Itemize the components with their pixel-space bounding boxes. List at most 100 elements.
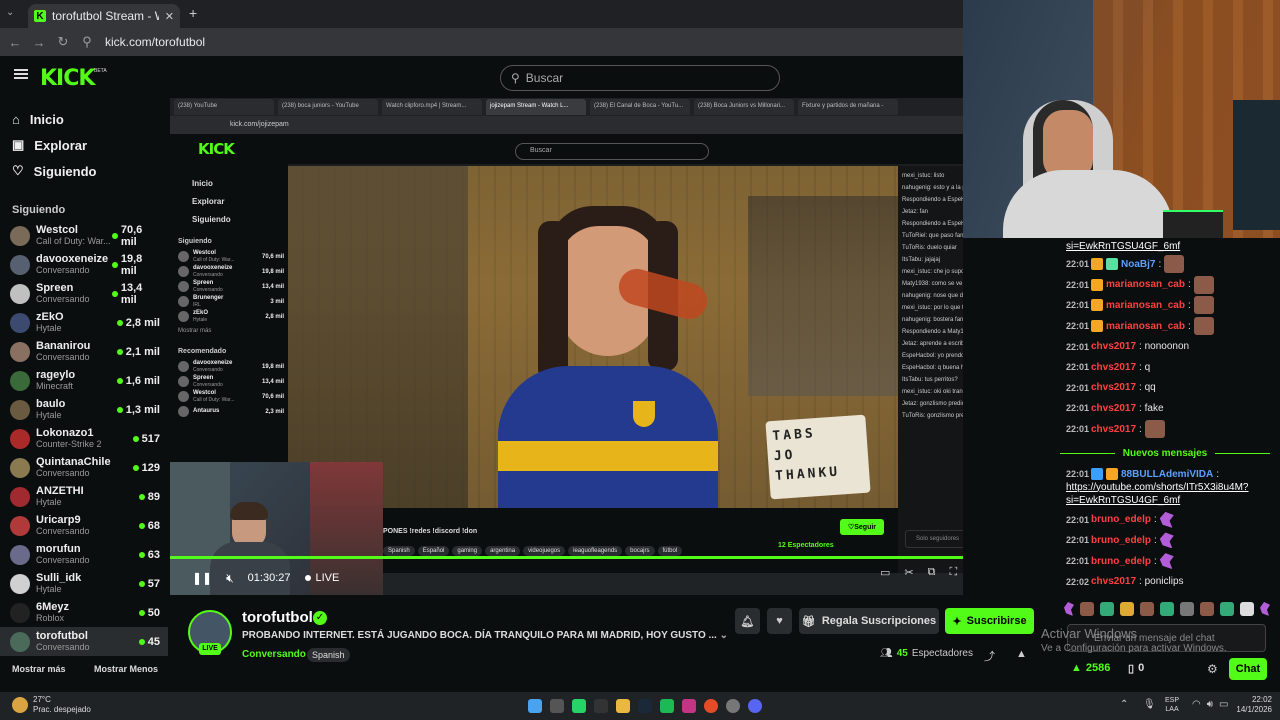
clip-icon[interactable]: ✂ xyxy=(904,566,913,579)
emote-icon[interactable] xyxy=(1200,602,1214,616)
inner-channel-viewers: 70,6 mil xyxy=(261,253,284,260)
clock[interactable]: 22:02 14/1/2026 xyxy=(1228,695,1272,715)
gift-subs-button[interactable]: 🎁︎ Regala Suscripciones xyxy=(799,608,939,634)
msg-user[interactable]: chvs2017 xyxy=(1091,403,1136,414)
weather-widget[interactable]: 27°C Prac. despejado xyxy=(33,695,91,715)
msg-user[interactable]: marianosan_cab xyxy=(1106,300,1185,311)
sidebar-channel[interactable]: Spreen Conversando 13,4 mil xyxy=(0,279,168,308)
msg-link[interactable]: https://youtube.com/shorts/ITr5X3i8u4M? xyxy=(1066,481,1280,494)
menu-icon[interactable] xyxy=(14,69,28,79)
follow-button[interactable]: ♥ xyxy=(767,608,792,634)
sidebar-channel[interactable]: Lokonazo1 Counter-Strike 2 517 xyxy=(0,424,168,453)
chrome-icon[interactable] xyxy=(704,699,718,713)
chat-link[interactable]: si=EwkRnTGSU4GF_6mf xyxy=(1057,238,1280,254)
search-taskbar-icon[interactable] xyxy=(550,699,564,713)
tray-chevron-icon[interactable]: ⌃ xyxy=(1120,699,1128,710)
msg-user[interactable]: marianosan_cab xyxy=(1106,279,1185,290)
close-tab-icon[interactable]: ✕ xyxy=(165,10,174,23)
msg-user[interactable]: 88BULLAdemiVIDA xyxy=(1121,469,1213,480)
nav-explorar[interactable]: ▣ Explorar xyxy=(0,132,168,158)
msg-user[interactable]: bruno_edelp xyxy=(1091,514,1151,525)
sidebar-channel[interactable]: baulo Hytale 1,3 mil xyxy=(0,395,168,424)
theater-icon[interactable]: ▭ xyxy=(880,566,890,579)
emote-icon[interactable] xyxy=(1240,602,1254,616)
msg-user[interactable]: chvs2017 xyxy=(1091,576,1136,587)
reload-icon[interactable]: ↻ xyxy=(51,34,75,50)
msg-user[interactable]: chvs2017 xyxy=(1091,362,1136,373)
msg-user[interactable]: bruno_edelp xyxy=(1091,535,1151,546)
sidebar-channel[interactable]: QuintanaChile Conversando 129 xyxy=(0,453,168,482)
streamer-name[interactable]: torofutbol xyxy=(242,609,313,626)
msg-link[interactable]: si=EwkRnTGSU4GF_6mf xyxy=(1066,494,1280,507)
mic-icon[interactable]: 🎙︎ xyxy=(1143,699,1156,710)
pause-icon[interactable]: ❚❚ xyxy=(192,571,212,585)
url-field[interactable]: kick.com/torofutbol xyxy=(105,35,205,49)
emote-icon[interactable] xyxy=(1064,602,1074,616)
sidebar-channel[interactable]: Bananirou Conversando 2,1 mil xyxy=(0,337,168,366)
report-icon[interactable]: ▲ xyxy=(1016,648,1027,660)
msg-user[interactable]: chvs2017 xyxy=(1091,382,1136,393)
sidebar-channel[interactable]: Westcol Call of Duty: War... 70,6 mil xyxy=(0,221,168,250)
stream-category[interactable]: Conversando xyxy=(242,649,306,660)
msg-user[interactable]: marianosan_cab xyxy=(1106,321,1185,332)
new-tab-icon[interactable]: + xyxy=(189,5,197,21)
sidebar-channel[interactable]: Uricarp9 Conversando 68 xyxy=(0,511,168,540)
tray-icons[interactable]: ◠ 🔊︎ ▭ xyxy=(1192,699,1229,710)
site-info-icon[interactable]: ⚲ xyxy=(75,34,99,50)
forward-icon[interactable]: → xyxy=(27,35,51,50)
nav-inicio[interactable]: ⌂ Inicio xyxy=(0,106,168,132)
video-player[interactable]: (238) YouTube (238) boca juniors - YouTub… xyxy=(170,98,963,595)
msg-user[interactable]: chvs2017 xyxy=(1091,424,1136,435)
sidebar-channel[interactable]: torofutbol Conversando 45 xyxy=(0,627,168,656)
back-icon[interactable]: ← xyxy=(3,35,27,50)
language-indicator[interactable]: ESP LAA xyxy=(1165,696,1179,714)
sidebar-channel[interactable]: rageylo Minecraft 1,6 mil xyxy=(0,366,168,395)
emote-icon[interactable] xyxy=(1080,602,1094,616)
notifications-button[interactable]: 🔔︎ xyxy=(735,608,760,634)
sidebar-channel[interactable]: ANZETHI Hytale 89 xyxy=(0,482,168,511)
new-messages-divider[interactable]: Nuevos mensajes xyxy=(1060,444,1270,462)
kick-logo[interactable]: KICK xyxy=(40,66,95,91)
whatsapp-icon[interactable] xyxy=(572,699,586,713)
start-icon[interactable] xyxy=(528,699,542,713)
sidebar-channel[interactable]: 6Meyz Roblox 50 xyxy=(0,598,168,627)
emote-icon[interactable] xyxy=(1220,602,1234,616)
tab-list-icon[interactable]: ⌄ xyxy=(6,7,14,18)
kicks-balance[interactable]: ▯ 0 xyxy=(1128,662,1144,675)
instagram-icon[interactable] xyxy=(682,699,696,713)
emote-icon[interactable] xyxy=(1100,602,1114,616)
nav-siguiendo[interactable]: ♡ Siguiendo xyxy=(0,158,168,184)
browser-tab[interactable]: K torofutbol Stream - Watch Live ✕ xyxy=(28,4,180,28)
msg-user[interactable]: bruno_edelp xyxy=(1091,556,1151,567)
discord-icon[interactable] xyxy=(748,699,762,713)
stream-language-tag[interactable]: Spanish xyxy=(307,648,350,662)
chat-send-button[interactable]: Chat xyxy=(1229,658,1267,680)
show-more-link[interactable]: Mostrar más xyxy=(12,664,66,674)
emote-icon[interactable] xyxy=(1260,602,1270,616)
fullscreen-icon[interactable]: ⛶ xyxy=(949,566,957,579)
spotify-icon[interactable] xyxy=(660,699,674,713)
emote-icon[interactable] xyxy=(1140,602,1154,616)
emote-icon[interactable] xyxy=(1180,602,1194,616)
share-icon[interactable]: ⤴ xyxy=(984,648,995,664)
file-explorer-icon[interactable] xyxy=(616,699,630,713)
emote-icon[interactable] xyxy=(1120,602,1134,616)
pip-icon[interactable]: ⧉ xyxy=(928,566,936,579)
steam-icon[interactable] xyxy=(638,699,652,713)
mute-icon[interactable]: 🔇︎ xyxy=(226,571,234,586)
search-input[interactable]: ⚲ Buscar xyxy=(500,65,780,91)
expand-title-icon[interactable]: ⌄ xyxy=(720,630,728,641)
show-less-link[interactable]: Mostrar Menos xyxy=(94,664,158,674)
sidebar-channel[interactable]: zEkO Hytale 2,8 mil xyxy=(0,308,168,337)
sidebar-channel[interactable]: Sulli_idk Hytale 57 xyxy=(0,569,168,598)
obs-icon[interactable] xyxy=(726,699,740,713)
chat-settings-icon[interactable]: ⚙ xyxy=(1207,662,1218,676)
tiktok-icon[interactable] xyxy=(594,699,608,713)
emote-icon[interactable] xyxy=(1160,602,1174,616)
sidebar-channel[interactable]: davooxeneize Conversando 19,8 mil xyxy=(0,250,168,279)
sidebar-channel[interactable]: morufun Conversando 63 xyxy=(0,540,168,569)
channel-points[interactable]: ▲ 2586 xyxy=(1071,662,1110,674)
msg-user[interactable]: NoaBj7 xyxy=(1121,259,1155,270)
msg-user[interactable]: chvs2017 xyxy=(1091,341,1136,352)
subscribe-button[interactable]: ✦ Suscribirse xyxy=(945,608,1034,634)
